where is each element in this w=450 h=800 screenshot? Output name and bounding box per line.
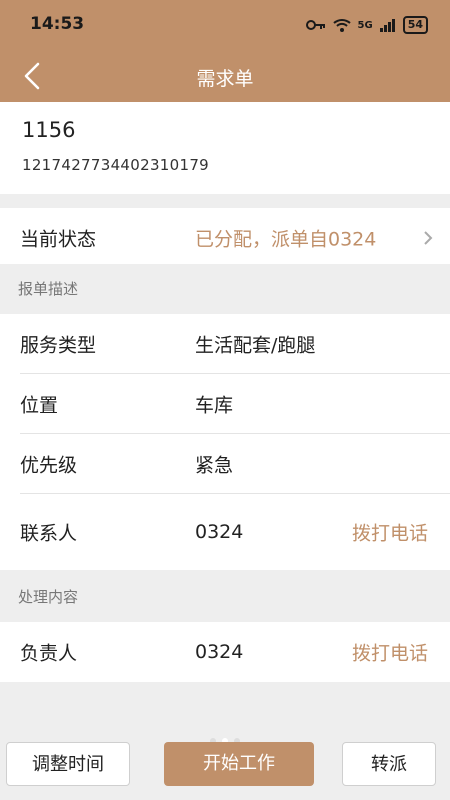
priority-label: 优先级	[20, 454, 78, 477]
owner-value: 0324	[195, 641, 244, 663]
owner-call-button[interactable]: 拨打电话	[352, 639, 428, 666]
status-time: 14:53	[30, 14, 85, 34]
order-number: 1217427734402310179	[22, 156, 210, 174]
transfer-button[interactable]: 转派	[342, 742, 436, 786]
service-type-value: 生活配套/跑腿	[195, 334, 316, 357]
location-value: 车库	[195, 394, 234, 417]
contact-row: 联系人 0324 拨打电话	[0, 494, 450, 570]
service-type-label: 服务类型	[20, 334, 97, 357]
network-type: 5G	[357, 19, 373, 31]
order-card: 1156 1217427734402310179	[0, 102, 450, 194]
adjust-time-button[interactable]: 调整时间	[6, 742, 130, 786]
owner-row: 负责人 0324 拨打电话	[0, 622, 450, 682]
location-label: 位置	[20, 394, 59, 417]
priority-value: 紧急	[195, 454, 234, 477]
owner-label: 负责人	[20, 642, 78, 665]
app-bar: 需求单	[0, 50, 450, 102]
page-title: 需求单	[196, 68, 254, 90]
current-status-row[interactable]: 当前状态 已分配，派单自0324	[0, 208, 450, 268]
key-icon	[305, 20, 325, 30]
chevron-right-icon	[424, 231, 433, 245]
start-work-button[interactable]: 开始工作	[164, 742, 314, 786]
signal-icon	[379, 19, 395, 32]
location-row: 位置 车库	[0, 374, 450, 434]
battery-icon: 54	[402, 16, 428, 34]
current-status-label: 当前状态	[20, 228, 97, 251]
section-process-title: 处理内容	[18, 588, 79, 606]
priority-row: 优先级 紧急	[0, 434, 450, 494]
contact-value: 0324	[195, 521, 244, 543]
contact-call-button[interactable]: 拨打电话	[352, 519, 428, 546]
order-id: 1156	[22, 118, 76, 142]
status-icons: 5G 54	[305, 16, 428, 34]
section-process-header: 处理内容	[0, 572, 450, 620]
contact-label: 联系人	[20, 522, 78, 545]
wifi-icon	[332, 19, 351, 32]
section-report-header: 报单描述	[0, 264, 450, 312]
section-report-title: 报单描述	[18, 280, 79, 298]
status-bar: 14:53 5G 54	[0, 0, 450, 50]
current-status-value: 已分配，派单自0324	[195, 228, 377, 251]
service-type-row: 服务类型 生活配套/跑腿	[0, 314, 450, 374]
